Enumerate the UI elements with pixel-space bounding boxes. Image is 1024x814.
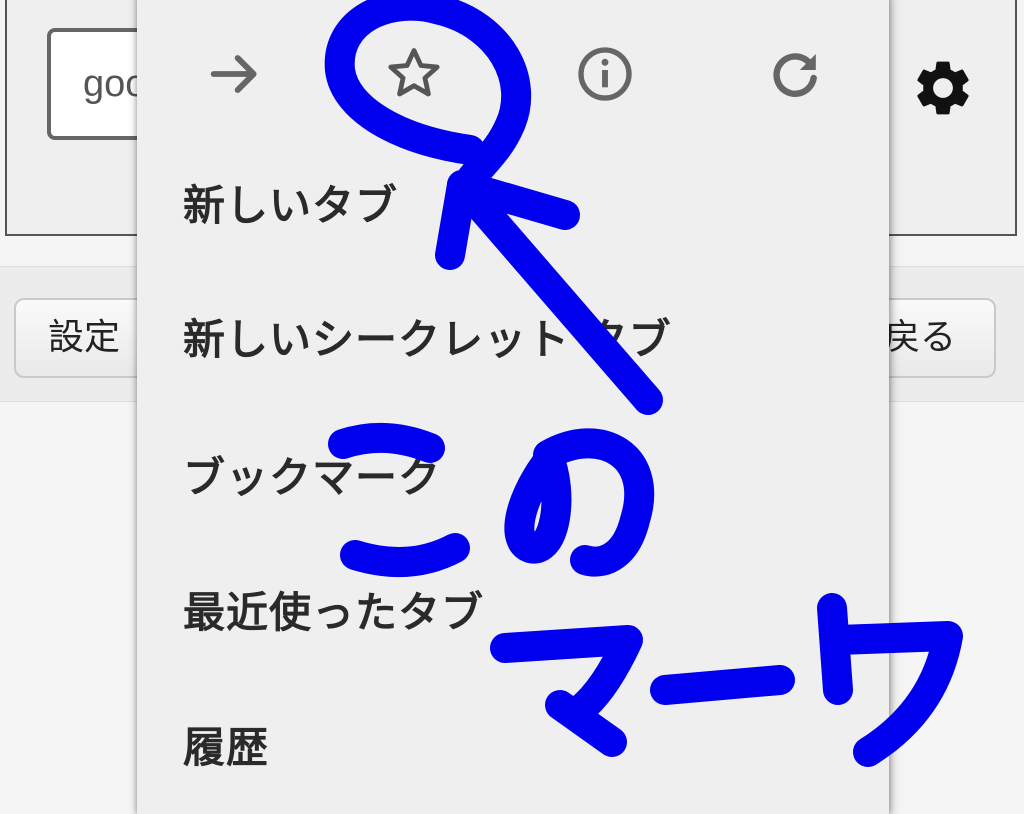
gear-icon[interactable]	[910, 55, 976, 121]
forward-icon[interactable]	[203, 42, 267, 106]
menu-item-recent-tabs[interactable]: 最近使ったタブ	[183, 579, 484, 640]
menu-item-history[interactable]: 履歴	[183, 714, 269, 775]
menu-item-bookmarks[interactable]: ブックマーク	[183, 444, 441, 505]
menu-item-new-incognito-tab[interactable]: 新しいシークレット タブ	[183, 306, 672, 367]
bookmark-star-icon[interactable]	[382, 42, 446, 106]
menu-toolbar	[137, 0, 889, 144]
browser-overflow-menu: 新しいタブ 新しいシークレット タブ ブックマーク 最近使ったタブ 履歴	[137, 0, 889, 814]
reload-icon[interactable]	[763, 42, 827, 106]
info-icon[interactable]	[573, 42, 637, 106]
menu-item-new-tab[interactable]: 新しいタブ	[183, 172, 398, 233]
